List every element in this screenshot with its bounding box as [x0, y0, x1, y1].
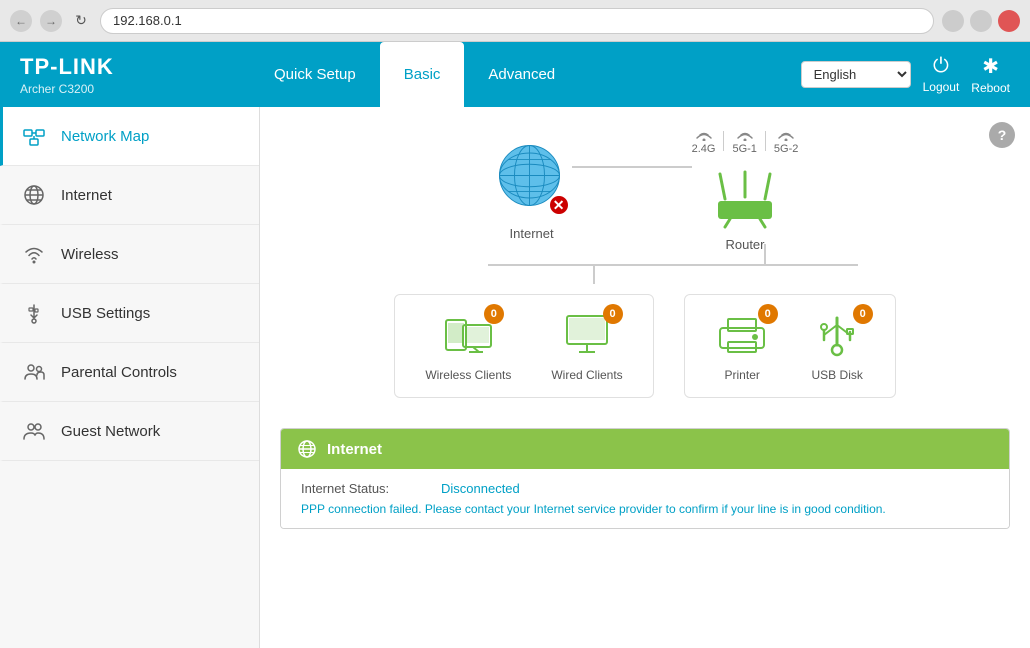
nav-tabs: Quick Setup Basic Advanced — [250, 42, 801, 107]
printer-usb-group: 0 Printer — [684, 294, 896, 398]
wifi-bands: 2.4G 5G-1 — [692, 127, 799, 155]
sidebar-label-parental: Parental Controls — [61, 364, 177, 381]
wifi-divider-2 — [765, 131, 766, 151]
help-button[interactable]: ? — [989, 122, 1015, 148]
wifi-band-5g1: 5G-1 — [732, 127, 756, 155]
reboot-button[interactable]: ✱ Reboot — [971, 54, 1010, 95]
wired-clients-label: Wired Clients — [551, 368, 622, 382]
internet-status-section: Internet Internet Status: Disconnected P… — [280, 428, 1010, 529]
tab-quick-setup[interactable]: Quick Setup — [250, 42, 380, 107]
sidebar-label-internet: Internet — [61, 187, 112, 204]
language-select[interactable]: English — [801, 61, 911, 88]
app: TP-LINK Archer C3200 Quick Setup Basic A… — [0, 42, 1030, 648]
status-note: PPP connection failed. Please contact yo… — [301, 502, 989, 516]
browser-icon-2 — [970, 10, 992, 32]
sidebar: Network Map Internet — [0, 107, 260, 648]
sidebar-item-wireless[interactable]: Wireless — [0, 225, 259, 284]
back-button[interactable]: ← — [10, 10, 32, 32]
nav-right: English ⏻ Logout ✱ Reboot — [801, 54, 1010, 95]
band-24g-label: 2.4G — [692, 143, 716, 155]
status-header-label: Internet — [327, 441, 382, 458]
wifi-band-5g2: 5G-2 — [774, 127, 798, 155]
usb-icon — [23, 302, 47, 324]
usb-disk-badge: 0 — [853, 304, 873, 324]
usb-disk-label: USB Disk — [812, 368, 863, 382]
band-5g1-label: 5G-1 — [732, 143, 756, 155]
wireless-clients-label: Wireless Clients — [425, 368, 511, 382]
status-value: Disconnected — [441, 481, 520, 496]
address-bar[interactable]: 192.168.0.1 — [100, 8, 934, 34]
tab-basic[interactable]: Basic — [380, 42, 465, 107]
sidebar-item-network-map[interactable]: Network Map — [0, 107, 259, 166]
header: TP-LINK Archer C3200 Quick Setup Basic A… — [0, 42, 1030, 107]
parental-icon — [23, 361, 47, 383]
reboot-icon: ✱ — [982, 54, 999, 79]
wifi-band-24g: 2.4G — [692, 127, 716, 155]
sidebar-label-guest: Guest Network — [61, 423, 160, 440]
browser-icons — [942, 10, 1020, 32]
logout-label: Logout — [923, 80, 960, 94]
logo-area: TP-LINK Archer C3200 — [20, 54, 250, 96]
connection-line — [572, 166, 692, 168]
internet-icon — [23, 184, 47, 206]
wifi-icon-24g — [695, 127, 713, 141]
logout-icon: ⏻ — [933, 55, 949, 78]
band-5g2-label: 5G-2 — [774, 143, 798, 155]
refresh-button[interactable]: ↻ — [70, 10, 92, 32]
guest-icon — [23, 420, 47, 442]
router-label: Router — [725, 237, 764, 252]
internet-label: Internet — [510, 226, 554, 241]
forward-button[interactable]: → — [40, 10, 62, 32]
reboot-label: Reboot — [971, 81, 1010, 95]
browser-icon-1 — [942, 10, 964, 32]
status-label: Internet Status: — [301, 481, 421, 496]
wifi-icon-5g1 — [736, 127, 754, 141]
browser-chrome: ← → ↻ 192.168.0.1 — [0, 0, 1030, 42]
body-area: Network Map Internet — [0, 107, 1030, 648]
internet-icon-wrap: ✕ — [492, 138, 572, 218]
sidebar-item-usb[interactable]: USB Settings — [0, 284, 259, 343]
wired-clients-badge: 0 — [603, 304, 623, 324]
sidebar-item-internet[interactable]: Internet — [0, 166, 259, 225]
error-badge: ✕ — [548, 194, 570, 216]
wifi-divider-1 — [723, 131, 724, 151]
network-map-icon — [23, 125, 47, 147]
main-content: ? — [260, 107, 1030, 648]
printer-label: Printer — [725, 368, 760, 382]
usb-disk-node[interactable]: 0 USB Disk — [810, 310, 865, 382]
browser-icon-3 — [998, 10, 1020, 32]
clients-row: 0 Wireless Clients — [290, 294, 1000, 398]
internet-node[interactable]: ✕ Internet — [492, 138, 572, 241]
logout-button[interactable]: ⏻ Logout — [923, 55, 960, 94]
tab-advanced[interactable]: Advanced — [464, 42, 579, 107]
sidebar-label-network-map: Network Map — [61, 128, 149, 145]
sidebar-label-usb: USB Settings — [61, 305, 150, 322]
wireless-wired-group: 0 Wireless Clients — [394, 294, 653, 398]
status-body: Internet Status: Disconnected PPP connec… — [281, 469, 1009, 528]
printer-icon-wrap: 0 — [715, 310, 770, 360]
wired-clients-icon-wrap: 0 — [560, 310, 615, 360]
logo-sub: Archer C3200 — [20, 82, 250, 96]
status-row: Internet Status: Disconnected — [301, 481, 989, 496]
wireless-clients-node[interactable]: 0 Wireless Clients — [425, 310, 511, 382]
url-text: 192.168.0.1 — [113, 13, 182, 28]
wifi-icon-5g2 — [777, 127, 795, 141]
usb-disk-icon-wrap: 0 — [810, 310, 865, 360]
router-node[interactable]: 2.4G 5G-1 — [692, 127, 799, 252]
wired-clients-node[interactable]: 0 Wired Clients — [551, 310, 622, 382]
sidebar-item-guest[interactable]: Guest Network — [0, 402, 259, 461]
status-header: Internet — [281, 429, 1009, 469]
wireless-icon — [23, 243, 47, 265]
printer-node[interactable]: 0 Printer — [715, 310, 770, 382]
wireless-clients-icon-wrap: 0 — [441, 310, 496, 360]
wireless-clients-badge: 0 — [484, 304, 504, 324]
status-globe-icon — [297, 439, 317, 459]
sidebar-label-wireless: Wireless — [61, 246, 119, 263]
logo-text: TP-LINK — [20, 54, 250, 80]
network-map-area: ? — [260, 107, 1030, 418]
printer-badge: 0 — [758, 304, 778, 324]
router-svg — [710, 169, 780, 229]
sidebar-item-parental[interactable]: Parental Controls — [0, 343, 259, 402]
